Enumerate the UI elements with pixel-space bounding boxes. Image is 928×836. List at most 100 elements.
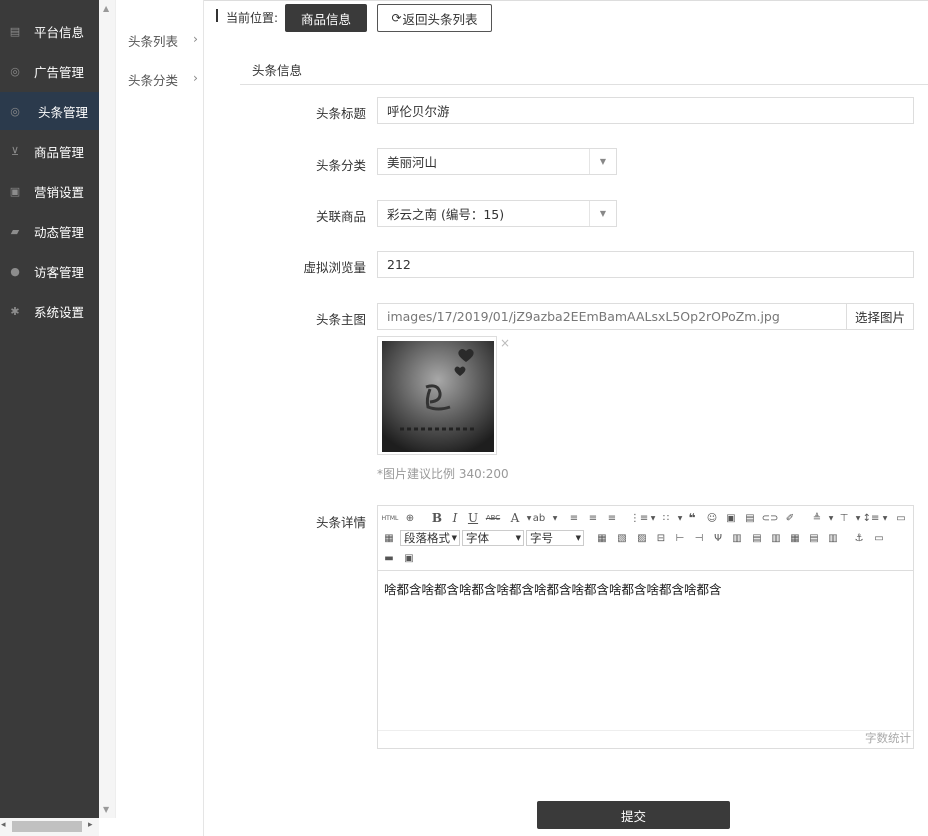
detail-label: 头条详情 — [315, 515, 366, 530]
merge-cells-icon[interactable]: ▥ — [730, 531, 744, 545]
scrollbar-thumb[interactable] — [12, 821, 82, 832]
category-label: 头条分类 — [315, 158, 366, 173]
image-label: 头条主图 — [315, 312, 366, 327]
html-source-icon[interactable]: HTML — [382, 511, 399, 525]
insert-title-icon[interactable]: ▨ — [635, 531, 649, 545]
emoji-icon[interactable]: ☺ — [705, 511, 719, 525]
user-icon: ● — [10, 264, 20, 278]
link-icon[interactable]: ⊂⊃ — [762, 511, 779, 525]
insert-row-icon[interactable]: ⊟ — [654, 531, 668, 545]
underline-icon[interactable]: U — [466, 511, 480, 525]
refresh-icon: ⟳ — [391, 11, 402, 25]
align-right-icon[interactable]: ≡ — [605, 511, 619, 525]
editor-content[interactable]: 啥都含啥都含啥都含啥都含啥都含啥都含啥都含啥都含啥都含 — [384, 579, 722, 598]
scroll-right-arrow-icon[interactable]: ▸ — [88, 820, 93, 830]
merge-down-icon[interactable]: ▥ — [769, 531, 783, 545]
sidebar-item-headlines[interactable]: ◎ 头条管理 — [0, 92, 99, 130]
section-divider — [240, 84, 928, 85]
insert-frame-icon[interactable]: ▦ — [382, 531, 396, 545]
align-center-icon[interactable]: ≡ — [586, 511, 600, 525]
choose-image-button[interactable]: 选择图片 — [846, 303, 914, 330]
scroll-up-arrow-icon[interactable]: ▲ — [103, 4, 109, 13]
insert-col-icon[interactable]: ⊢ — [673, 531, 687, 545]
breadcrumb-label: 当前位置: — [226, 11, 279, 25]
table-icon[interactable]: ▦ — [595, 531, 609, 545]
split-cols-icon[interactable]: ▥ — [826, 531, 840, 545]
current-location-button[interactable]: 商品信息 — [285, 4, 367, 32]
print-icon[interactable]: ▬ — [382, 551, 396, 565]
sidebar-item-marketing[interactable]: ▣ 营销设置 — [0, 172, 99, 210]
italic-icon[interactable]: I — [448, 511, 462, 525]
submit-button[interactable]: 提交 — [537, 801, 730, 829]
product-select[interactable]: 彩云之南 (编号：15) ▼ — [377, 200, 617, 227]
anchor-icon[interactable]: ⚓ — [852, 531, 866, 545]
unordered-list-icon[interactable]: ∷ — [659, 511, 673, 525]
video-icon[interactable]: ▤ — [743, 511, 757, 525]
views-input[interactable]: 212 — [377, 251, 914, 278]
lifebuoy-icon: ◎ — [10, 64, 20, 78]
dropdown-arrow-icon[interactable]: ▼ — [548, 511, 562, 525]
scroll-left-arrow-icon[interactable]: ◂ — [1, 820, 6, 830]
bold-icon[interactable]: B — [430, 511, 444, 525]
fullscreen-icon[interactable]: ▭ — [894, 511, 908, 525]
split-icon[interactable]: Ψ — [711, 531, 725, 545]
sidebar-item-products[interactable]: ⊻ 商品管理 — [0, 132, 99, 170]
sidebar-item-feeds[interactable]: ▰ 动态管理 — [0, 212, 99, 250]
breadcrumb-marker — [216, 9, 218, 22]
dropdown-arrow-icon: ▼ — [575, 534, 581, 542]
remove-image-icon[interactable]: × — [500, 336, 510, 350]
title-input[interactable]: 呼伦贝尔游 — [377, 97, 914, 124]
word-count: 字数统计 — [865, 731, 911, 745]
font-family-select[interactable]: 字体 ▼ — [462, 530, 524, 546]
image-insert-icon[interactable]: ▣ — [724, 511, 738, 525]
dropdown-arrow-icon[interactable]: ▼ — [646, 511, 660, 525]
category-select[interactable]: 美丽河山 ▼ — [377, 148, 617, 175]
gear-icon: ✱ — [10, 304, 20, 318]
lifebuoy-icon: ◎ — [10, 104, 20, 118]
title-label: 头条标题 — [315, 106, 366, 121]
chevron-down-icon: ▼ — [589, 201, 616, 226]
sidebar-item-visitors[interactable]: ● 访客管理 — [0, 252, 99, 290]
blockquote-icon[interactable]: ❝ — [685, 511, 699, 525]
chevron-down-icon: ▼ — [589, 149, 616, 174]
split-rows-icon[interactable]: ▤ — [807, 531, 821, 545]
views-label: 虚拟浏览量 — [303, 260, 366, 275]
gift-icon: ▣ — [9, 184, 21, 198]
sidebar-item-ads[interactable]: ◎ 广告管理 — [0, 52, 99, 90]
align-left-icon[interactable]: ≡ — [567, 511, 581, 525]
merge-right-icon[interactable]: ▤ — [750, 531, 764, 545]
font-color-icon[interactable]: A — [508, 511, 522, 525]
page-break-icon[interactable]: ▭ — [872, 531, 886, 545]
image-thumbnail[interactable] — [377, 336, 497, 455]
paste-icon[interactable]: ▣ — [402, 551, 416, 565]
strikethrough-icon[interactable]: ABC — [484, 511, 502, 525]
dropdown-arrow-icon[interactable]: ▼ — [878, 511, 892, 525]
delete-col-icon[interactable]: ⊣ — [692, 531, 706, 545]
dropdown-arrow-icon[interactable]: ▼ — [824, 511, 838, 525]
back-to-list-button[interactable]: ⟳ 返回头条列表 — [377, 4, 492, 32]
product-label: 关联商品 — [315, 209, 366, 224]
split-cells-icon[interactable]: ▦ — [788, 531, 802, 545]
eraser-icon[interactable]: ✐ — [783, 511, 797, 525]
top-divider — [204, 0, 928, 1]
main-sidebar: ▤ 平台信息 ◎ 广告管理 ◎ 头条管理 ⊻ 商品管理 ▣ 营销设置 ▰ 动态管… — [0, 0, 99, 836]
book-icon: ▰ — [10, 224, 20, 238]
highlight-icon[interactable]: ab — [532, 511, 546, 525]
sidebar-item-platform-info[interactable]: ▤ 平台信息 — [0, 12, 99, 50]
headline-image — [382, 341, 494, 452]
paragraph-spacing-icon[interactable]: ⊤ — [837, 511, 851, 525]
subnav-item-headline-list[interactable]: 头条列表 › — [128, 31, 198, 50]
image-path-input[interactable]: images/17/2019/01/jZ9azba2EEmBamAALsxL5O… — [377, 303, 847, 330]
sidebar-item-settings[interactable]: ✱ 系统设置 — [0, 292, 99, 330]
paragraph-format-select[interactable]: 段落格式 ▼ — [400, 530, 460, 546]
line-height-icon[interactable]: ≜ — [810, 511, 824, 525]
horizontal-scrollbar[interactable]: ◂ ▸ — [0, 818, 99, 836]
scroll-down-arrow-icon[interactable]: ▼ — [103, 805, 109, 814]
vertical-scrollbar[interactable]: ▲ ▼ — [99, 0, 116, 818]
ordered-list-icon[interactable]: ⋮≡ — [630, 511, 648, 525]
table-insert-icon[interactable]: ▧ — [615, 531, 629, 545]
preview-icon[interactable]: ⊕ — [403, 511, 417, 525]
subnav-item-headline-category[interactable]: 头条分类 › — [128, 70, 198, 89]
font-size-select[interactable]: 字号 ▼ — [526, 530, 584, 546]
row-spacing-icon[interactable]: ↕≡ — [863, 511, 880, 525]
